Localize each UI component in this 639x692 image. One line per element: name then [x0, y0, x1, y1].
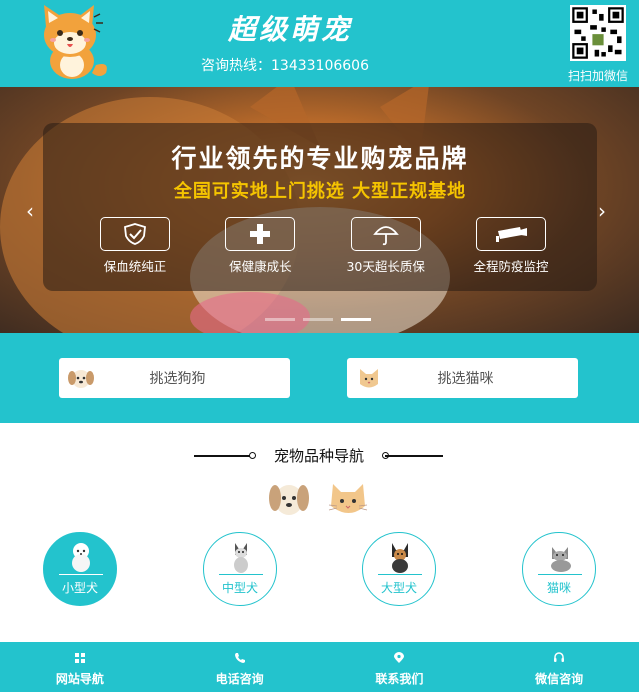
choose-dog-button[interactable]: 挑选狗狗 [59, 358, 290, 398]
large-dog-icon [392, 543, 408, 573]
title-divider-dot [249, 452, 256, 459]
shield-check-icon [100, 217, 170, 251]
kitten-face-icon [360, 369, 378, 388]
category-label: 大型犬 [380, 581, 417, 595]
choose-dog-label: 挑选狗狗 [149, 371, 206, 387]
breed-category-list: 小型犬 中型犬 大型犬 猫咪 [0, 532, 639, 606]
feature-list: 保血统纯正 保健康成长 30天超长质保 全程防疫监控 [83, 217, 563, 277]
bottom-nav: 网站导航 电话咨询 联系我们 微信咨询 [0, 642, 639, 692]
cat-icon [551, 547, 571, 572]
headset-icon [554, 652, 565, 662]
section-title-row: 宠物品种导航 [0, 445, 639, 467]
small-dog-icon [72, 543, 90, 572]
feature-label: 全程防疫监控 [473, 259, 549, 274]
wechat-qr-code-icon [570, 5, 626, 61]
footer-label: 联系我们 [375, 672, 424, 686]
category-large-dog[interactable]: 大型犬 [362, 532, 436, 606]
header: 超级萌宠 咨询热线：13433106606 扫扫加微信 [0, 0, 639, 87]
dog-and-cat-icon [269, 484, 368, 515]
feature-label: 保血统纯正 [103, 259, 167, 274]
medium-dog-icon [234, 543, 248, 573]
banner-dot-active[interactable] [341, 318, 371, 321]
feature-item: 保健康成长 [208, 217, 312, 277]
category-divider [378, 574, 422, 575]
category-cat[interactable]: 猫咪 [522, 532, 596, 606]
plus-cross-icon [225, 217, 296, 251]
section-title: 宠物品种导航 [273, 447, 364, 465]
category-label: 中型犬 [221, 581, 258, 595]
shiba-dog-logo-icon[interactable] [34, 3, 110, 81]
hero-banner[interactable]: 行业领先的专业购宠品牌 全国可实地上门挑选 大型正规基地 保血统纯正 保健康成长… [0, 87, 639, 333]
brand-title: 超级萌宠 [227, 13, 352, 46]
category-divider [538, 574, 582, 575]
banner-pagination [265, 318, 371, 321]
feature-label: 30天超长质保 [346, 259, 425, 274]
banner-panel: 行业领先的专业购宠品牌 全国可实地上门挑选 大型正规基地 保血统纯正 保健康成长… [43, 123, 597, 291]
grid-icon [74, 653, 85, 663]
qr-label: 扫扫加微信 [567, 69, 628, 83]
puppy-face-icon [68, 370, 94, 388]
footer-label: 电话咨询 [215, 672, 264, 686]
footer-wechat[interactable]: 微信咨询 [479, 642, 639, 692]
feature-item: 30天超长质保 [334, 217, 438, 277]
phone-icon [234, 653, 245, 663]
choose-section: 挑选狗狗 挑选猫咪 [0, 333, 639, 423]
banner-dot[interactable] [303, 318, 333, 321]
footer-label: 网站导航 [55, 672, 104, 686]
umbrella-icon [350, 217, 421, 251]
banner-sub-slogan: 全国可实地上门挑选 大型正规基地 [173, 181, 467, 202]
title-divider [385, 455, 443, 457]
choose-cat-label: 挑选猫咪 [437, 371, 494, 387]
banner-slogan: 行业领先的专业购宠品牌 [171, 144, 469, 173]
category-small-dog[interactable]: 小型犬 [43, 532, 117, 606]
footer-site-nav[interactable]: 网站导航 [0, 642, 160, 692]
feature-item: 保血统纯正 [83, 217, 187, 277]
choose-cat-button[interactable]: 挑选猫咪 [347, 358, 578, 398]
category-label: 小型犬 [61, 581, 98, 595]
category-divider [219, 574, 263, 575]
camera-monitor-icon [475, 217, 546, 251]
feature-item: 全程防疫监控 [459, 217, 563, 277]
footer-label: 微信咨询 [535, 672, 584, 686]
footer-phone[interactable]: 电话咨询 [160, 642, 320, 692]
title-divider [194, 455, 252, 457]
banner-dot[interactable] [265, 318, 295, 321]
category-medium-dog[interactable]: 中型犬 [203, 532, 277, 606]
location-pin-icon [394, 652, 405, 663]
category-divider [59, 574, 103, 575]
footer-contact[interactable]: 联系我们 [320, 642, 480, 692]
feature-label: 保健康成长 [229, 259, 292, 274]
category-label: 猫咪 [546, 581, 571, 595]
banner-next-arrow-icon[interactable]: › [598, 199, 606, 223]
banner-prev-arrow-icon[interactable]: ‹ [26, 199, 34, 223]
hotline-text[interactable]: 咨询热线：13433106606 [190, 55, 380, 75]
